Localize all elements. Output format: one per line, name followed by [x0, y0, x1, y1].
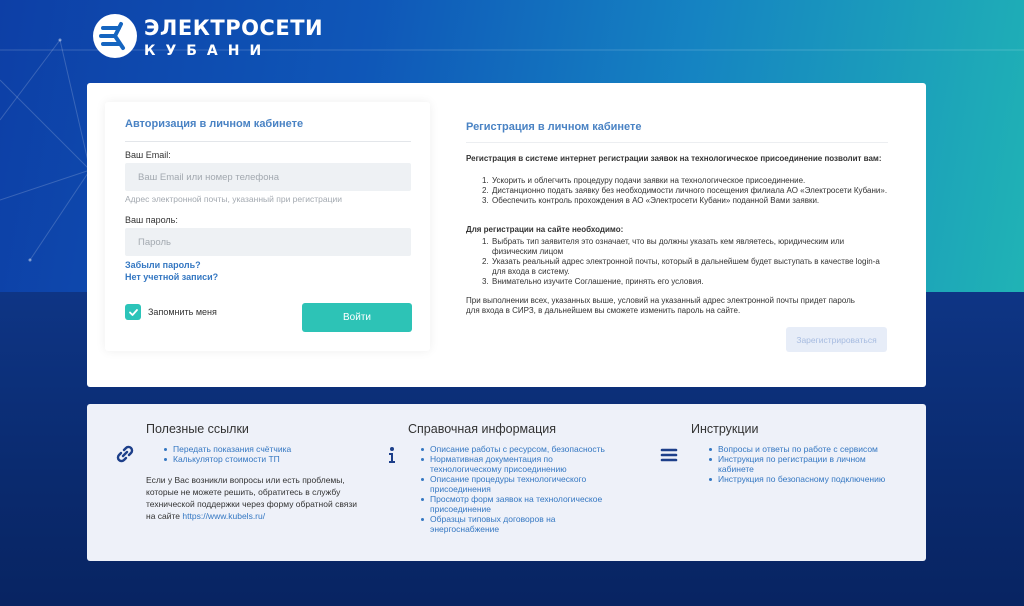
- link-tp-calculator[interactable]: Калькулятор стоимости ТП: [173, 454, 280, 464]
- link-icon: [116, 445, 134, 463]
- login-title: Авторизация в личном кабинете: [125, 118, 304, 130]
- site-logo[interactable]: ЭЛЕКТРОСЕТИ КУБАНИ: [93, 12, 323, 60]
- remember-checkbox[interactable]: [125, 304, 141, 320]
- list-item: Калькулятор стоимости ТП: [164, 454, 291, 464]
- auth-card: Авторизация в личном кабинете Ваш Email:…: [87, 83, 926, 387]
- link-resource-description[interactable]: Описание работы с ресурсом, безопасность: [430, 444, 605, 454]
- reference-list: Описание работы с ресурсом, безопасность…: [421, 444, 621, 534]
- list-item: Вопросы и ответы по работе с сервисом: [709, 444, 894, 454]
- site-link[interactable]: https://www.kubels.ru/: [182, 511, 265, 521]
- logo-subtitle: КУБАНИ: [144, 43, 272, 59]
- requirements-list: 1. Выбрать тип заявителя это означает, чт…: [466, 237, 891, 287]
- instructions-list: Вопросы и ответы по работе с сервисом Ин…: [709, 444, 894, 484]
- register-button[interactable]: Зарегистрироваться: [786, 327, 887, 352]
- list-item: 3. Внимательно изучите Соглашение, принят…: [482, 277, 704, 286]
- no-account-link[interactable]: Нет учетной записи?: [125, 272, 218, 282]
- reference-title: Справочная информация: [408, 422, 557, 436]
- reference-section: Справочная информация Описание работы с …: [382, 404, 642, 561]
- list-item: 3. Обеспечить контроль прохождения в АО «…: [482, 196, 820, 205]
- link-procedure-description[interactable]: Описание процедуры технологического прис…: [430, 474, 586, 494]
- registration-note: При выполнении всех, указанных выше, усл…: [466, 296, 855, 315]
- remember-me: Запомнить меня: [125, 304, 217, 320]
- list-item: Описание работы с ресурсом, безопасность: [421, 444, 621, 454]
- info-icon: [389, 447, 395, 463]
- login-button[interactable]: Войти: [302, 303, 412, 332]
- logo-title: ЭЛЕКТРОСЕТИ: [144, 16, 324, 40]
- registration-title: Регистрация в личном кабинете: [466, 121, 642, 133]
- instructions-title: Инструкции: [691, 422, 759, 436]
- link-registration-guide[interactable]: Инструкция по регистрации в личном кабин…: [718, 454, 866, 474]
- email-hint: Адрес электронной почты, указанный при р…: [125, 194, 342, 204]
- remember-label: Запомнить меня: [148, 307, 217, 317]
- list-item: Нормативная документация по технологичес…: [421, 454, 621, 474]
- list-item: 1. Выбрать тип заявителя это означает, чт…: [482, 237, 845, 256]
- link-faq[interactable]: Вопросы и ответы по работе с сервисом: [718, 444, 878, 454]
- password-field[interactable]: [125, 228, 411, 256]
- useful-links-section: Полезные ссылки Передать показания счётч…: [87, 404, 367, 561]
- useful-links-list: Передать показания счётчика Калькулятор …: [164, 444, 291, 464]
- forgot-password-link[interactable]: Забыли пароль?: [125, 260, 201, 270]
- list-item: Описание процедуры технологического прис…: [421, 474, 621, 494]
- password-label: Ваш пароль:: [125, 215, 178, 225]
- email-label: Ваш Email:: [125, 150, 171, 160]
- registration-panel: Регистрация в личном кабинете Регистраци…: [466, 83, 906, 387]
- registration-intro: Регистрация в системе интернет регистрац…: [466, 154, 882, 163]
- benefits-list: 1. Ускорить и облегчить процедуру подачи …: [466, 176, 891, 206]
- list-item: Просмотр форм заявок на технологическое …: [421, 494, 621, 514]
- link-contract-samples[interactable]: Образцы типовых договоров на энергоснабж…: [430, 514, 556, 534]
- support-note: Если у Вас возникли вопросы или есть про…: [146, 474, 361, 522]
- link-application-forms[interactable]: Просмотр форм заявок на технологическое …: [430, 494, 602, 514]
- registration-divider: [466, 142, 888, 143]
- info-panel: Полезные ссылки Передать показания счётч…: [87, 404, 926, 561]
- list-item: Образцы типовых договоров на энергоснабж…: [421, 514, 621, 534]
- useful-links-title: Полезные ссылки: [146, 422, 249, 436]
- list-item: Инструкция по безопасному подключению: [709, 474, 894, 484]
- list-icon: [660, 448, 678, 462]
- list-item: 2. Дистанционно подать заявку без необход…: [482, 186, 888, 195]
- link-meter-readings[interactable]: Передать показания счётчика: [173, 444, 291, 454]
- logo-mark-icon: [93, 14, 137, 58]
- list-item: 2. Указать реальный адрес электронной поч…: [482, 257, 880, 276]
- check-icon: [128, 308, 138, 316]
- link-security-guide[interactable]: Инструкция по безопасному подключению: [718, 474, 885, 484]
- requirements-title: Для регистрации на сайте необходимо:: [466, 225, 624, 234]
- instructions-section: Инструкции Вопросы и ответы по работе с …: [659, 404, 909, 561]
- list-item: 1. Ускорить и облегчить процедуру подачи …: [482, 176, 806, 185]
- list-item: Инструкция по регистрации в личном кабин…: [709, 454, 894, 474]
- email-field[interactable]: [125, 163, 411, 191]
- link-normative-docs[interactable]: Нормативная документация по технологичес…: [430, 454, 567, 474]
- list-item: Передать показания счётчика: [164, 444, 291, 454]
- login-form: Авторизация в личном кабинете Ваш Email:…: [105, 102, 430, 351]
- login-divider: [125, 141, 411, 142]
